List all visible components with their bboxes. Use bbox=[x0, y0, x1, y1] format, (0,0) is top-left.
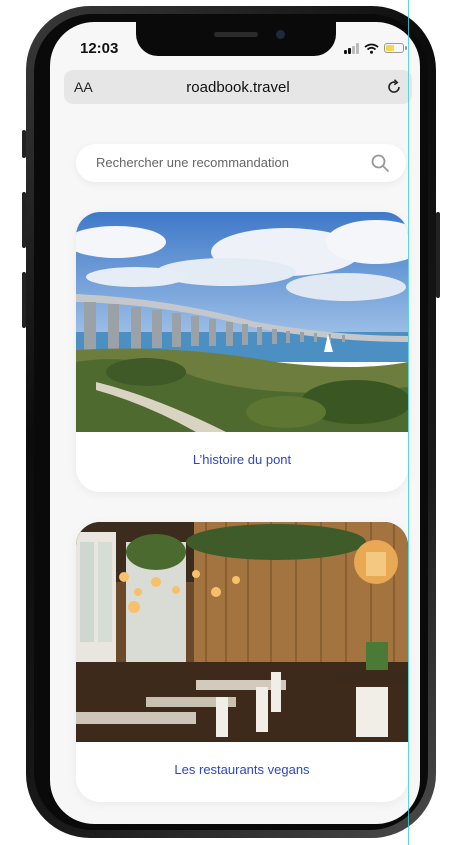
front-camera bbox=[276, 30, 285, 39]
card-title[interactable]: Les restaurants vegans bbox=[76, 742, 408, 777]
reload-icon[interactable] bbox=[386, 79, 402, 95]
search-bar[interactable]: Rechercher une recommandation bbox=[76, 144, 406, 182]
screen: 12:03 AA roadbook.travel Rechercher une … bbox=[50, 22, 420, 824]
wifi-icon bbox=[364, 43, 379, 54]
search-input[interactable]: Rechercher une recommandation bbox=[96, 155, 289, 170]
power-button bbox=[436, 212, 440, 298]
card-title[interactable]: L’histoire du pont bbox=[76, 432, 408, 467]
status-time: 12:03 bbox=[80, 40, 119, 57]
restaurant-photo[interactable] bbox=[76, 522, 408, 742]
url-text[interactable]: roadbook.travel bbox=[64, 79, 412, 96]
battery-icon bbox=[384, 43, 407, 53]
speaker bbox=[214, 32, 258, 37]
search-icon[interactable] bbox=[370, 153, 390, 173]
address-bar[interactable]: AA roadbook.travel bbox=[64, 70, 412, 104]
guide-line bbox=[408, 0, 409, 845]
recommendation-card[interactable]: Les restaurants vegans bbox=[76, 522, 408, 802]
volume-down-button bbox=[22, 272, 26, 328]
recommendation-card[interactable]: L’histoire du pont bbox=[76, 212, 408, 492]
notch bbox=[136, 22, 336, 56]
signal-icon bbox=[344, 42, 359, 54]
bridge-photo[interactable] bbox=[76, 212, 408, 432]
mute-switch bbox=[22, 130, 26, 158]
status-icons bbox=[344, 42, 407, 54]
volume-up-button bbox=[22, 192, 26, 248]
